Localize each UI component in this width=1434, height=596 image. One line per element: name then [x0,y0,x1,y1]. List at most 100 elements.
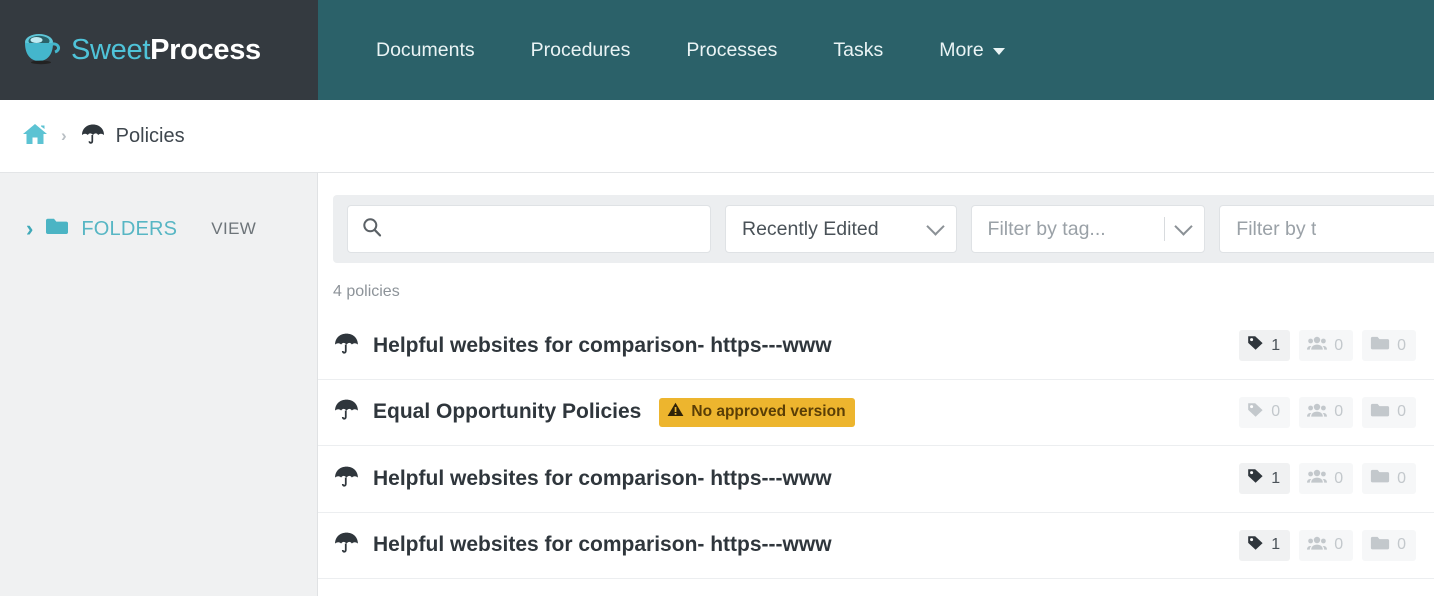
tag-icon [1247,468,1264,489]
umbrella-icon [333,331,360,361]
nav-item-processes[interactable]: Processes [658,29,805,72]
divider [1164,217,1166,241]
folder-icon [1370,468,1390,489]
table-row[interactable]: Helpful websites for comparison- https--… [318,446,1434,513]
tag-count: 1 [1271,469,1281,487]
umbrella-icon [333,464,360,494]
people-icon [1307,535,1328,556]
chevron-down-icon [992,48,1005,55]
tag-icon [1247,535,1264,556]
row-title: Helpful websites for comparison- https--… [373,466,832,490]
breadcrumb: › Policies [0,100,1434,173]
breadcrumb-current-label: Policies [115,124,185,147]
nav-label: More [939,38,984,61]
folder-count: 0 [1397,336,1406,354]
row-content: Equal Opportunity Policies No approved v… [333,397,1239,427]
nav-item-documents[interactable]: Documents [348,29,503,72]
team-count: 0 [1334,336,1344,354]
breadcrumb-separator: › [61,126,67,145]
home-icon [22,122,48,151]
row-meta: 1 0 0 [1239,463,1416,495]
nav-label: Documents [376,38,475,61]
nav-item-tasks[interactable]: Tasks [805,29,911,72]
tag-count-chip[interactable]: 1 [1239,529,1291,561]
umbrella-icon [80,122,106,151]
chevron-down-icon [925,217,945,236]
tag-count-chip[interactable]: 1 [1239,330,1291,362]
status-badge-label: No approved version [691,402,846,420]
umbrella-icon [333,530,360,560]
tag-filter-controls [1164,217,1193,241]
folder-count-chip[interactable]: 0 [1362,529,1416,561]
row-title: Helpful websites for comparison- https--… [373,533,832,557]
row-content: Helpful websites for comparison- https--… [333,530,1239,560]
folder-count-chip[interactable]: 0 [1362,463,1416,495]
tag-count-chip[interactable]: 0 [1239,396,1291,428]
folder-icon [1370,535,1390,556]
status-badge: No approved version [659,397,855,427]
row-content: Helpful websites for comparison- https--… [333,331,1239,361]
folder-icon [45,217,69,241]
team-count-chip[interactable]: 0 [1299,396,1354,428]
breadcrumb-policies[interactable]: Policies [80,122,185,151]
tag-filter-select[interactable]: Filter by tag... [970,205,1206,253]
search-box[interactable] [347,205,711,253]
content-panel: Recently Edited Filter by tag... Filter … [318,173,1434,596]
row-content: Helpful websites for comparison- https--… [333,464,1239,494]
sidebar-view-toggle[interactable]: VIEW [211,219,256,239]
sort-select[interactable]: Recently Edited [725,205,957,253]
chevron-right-icon[interactable]: › [26,218,33,240]
nav-item-procedures[interactable]: Procedures [503,29,659,72]
tag-count: 1 [1271,336,1281,354]
umbrella-icon [333,397,360,427]
filters-toolbar: Recently Edited Filter by tag... Filter … [333,195,1434,263]
nav-label: Tasks [833,38,884,61]
tag-count: 0 [1271,403,1281,421]
table-row[interactable]: Helpful websites for comparison- https--… [318,512,1434,579]
nav-item-more[interactable]: More [911,29,1032,72]
main-navigation: Documents Procedures Processes Tasks Mor… [318,0,1434,100]
folder-count: 0 [1397,536,1406,554]
type-filter-select[interactable]: Filter by t [1219,205,1434,253]
sort-select-value: Recently Edited [742,217,879,240]
brand-name-second: Process [150,33,261,66]
nav-label: Procedures [530,38,631,61]
tag-count-chip[interactable]: 1 [1239,463,1291,495]
team-count-chip[interactable]: 0 [1299,529,1354,561]
folder-icon [1370,335,1390,356]
chevron-down-icon [1174,217,1193,236]
row-meta: 0 0 0 [1239,396,1416,428]
team-count-chip[interactable]: 0 [1299,330,1354,362]
tag-filter-placeholder: Filter by tag... [987,217,1106,240]
folder-icon [1370,402,1390,423]
table-row[interactable]: Equal Opportunity Policies No approved v… [318,379,1434,446]
breadcrumb-home[interactable] [22,122,48,151]
row-title: Helpful websites for comparison- https--… [373,333,832,357]
brand-name: SweetProcess [71,34,261,67]
top-bar: SweetProcess Documents Procedures Proces… [0,0,1434,100]
type-filter-placeholder: Filter by t [1236,217,1317,240]
team-count-chip[interactable]: 0 [1299,463,1354,495]
brand-logo[interactable]: SweetProcess [22,31,261,70]
folder-count-chip[interactable]: 0 [1362,396,1416,428]
search-input[interactable] [392,217,696,241]
people-icon [1307,468,1328,489]
policies-list: Helpful websites for comparison- https--… [318,313,1434,579]
team-count: 0 [1334,536,1344,554]
people-icon [1307,402,1328,423]
brand-name-first: Sweet [71,33,151,66]
search-icon [362,217,382,242]
sidebar-folders-row: › FOLDERS VIEW [0,173,317,241]
tag-count: 1 [1271,536,1281,554]
warning-icon [667,402,684,422]
coffee-cup-icon [22,31,62,70]
table-row[interactable]: Helpful websites for comparison- https--… [318,313,1434,380]
folder-count-chip[interactable]: 0 [1362,330,1416,362]
team-count: 0 [1334,403,1344,421]
tag-icon [1247,335,1264,356]
sidebar: › FOLDERS VIEW [0,173,318,596]
brand-block: SweetProcess [0,0,318,100]
sidebar-item-folders[interactable]: FOLDERS [81,218,177,241]
nav-label: Processes [686,38,778,61]
folder-count: 0 [1397,469,1406,487]
